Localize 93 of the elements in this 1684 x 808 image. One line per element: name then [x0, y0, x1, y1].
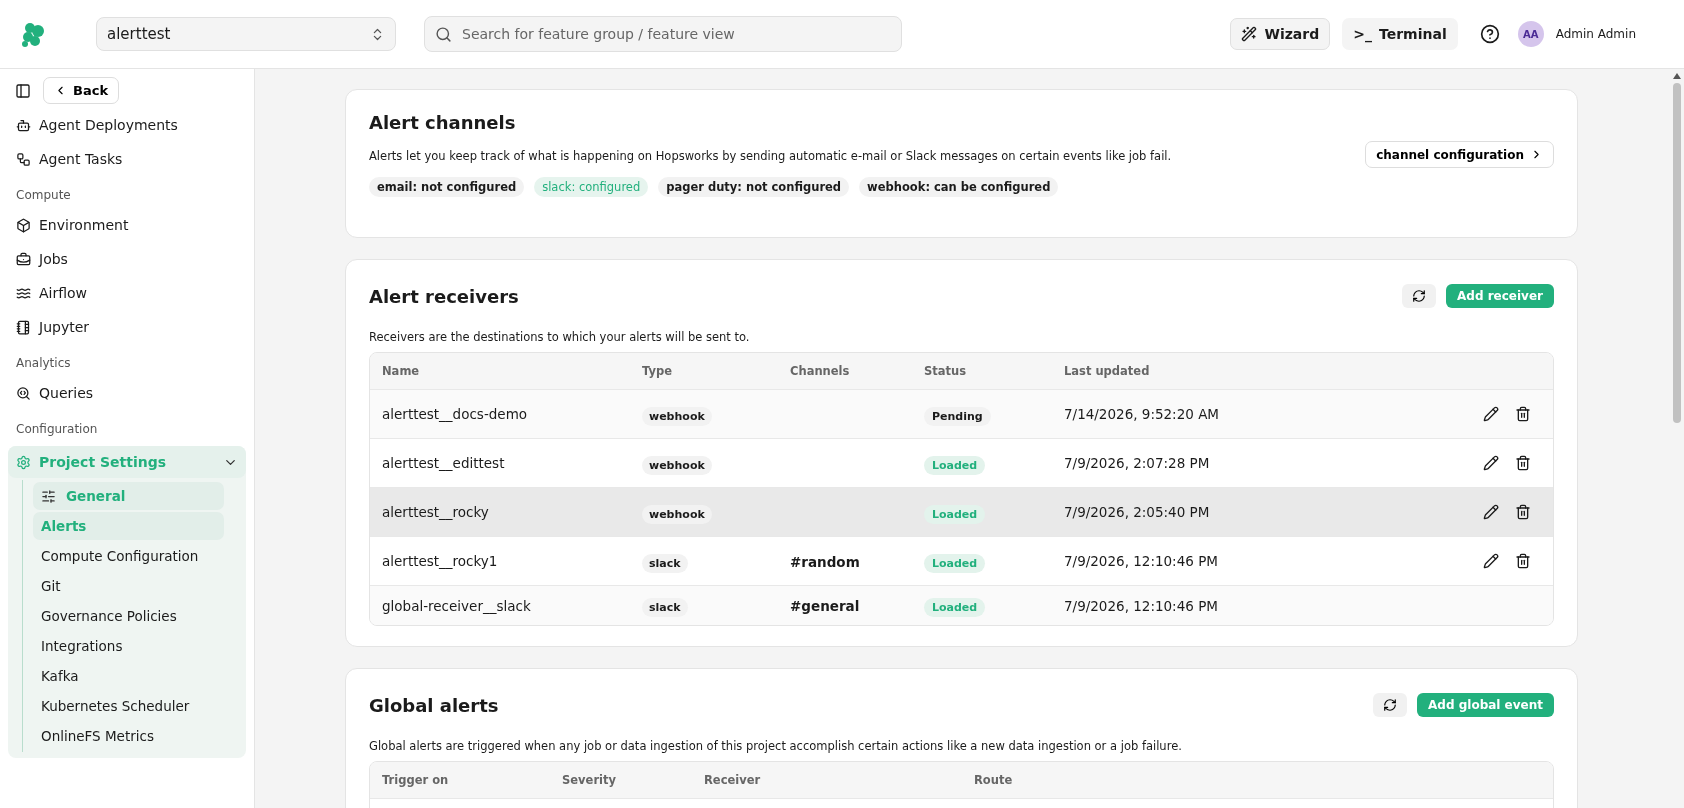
search-input[interactable]: Search for feature group / feature view: [460, 25, 891, 43]
table-cell-text: 7/9/2026, 12:10:46 PM: [1064, 553, 1219, 569]
nav-icon: [16, 151, 31, 167]
card-description: Alerts let you keep track of what is happening on Hopsworks by sending automatic e-mail or Slack messages on certain events like job fail.: [369, 149, 1172, 163]
column-header: Status: [924, 364, 968, 378]
channel-tag: email: not configured: [369, 177, 525, 197]
status-tag: Pending: [924, 406, 991, 426]
column-header: Type: [642, 364, 673, 378]
delete-icon[interactable]: [1515, 406, 1531, 422]
delete-icon[interactable]: [1515, 455, 1531, 471]
sidebar-item[interactable]: Agent Deployments: [8, 108, 246, 142]
table-cell-text: 7/9/2026, 2:05:40 PM: [1064, 504, 1211, 520]
channel-tag: webhook: can be configured: [859, 177, 1059, 197]
sidebar-item[interactable]: Agent Tasks: [8, 142, 246, 176]
terminal-button[interactable]: >_ Terminal: [1342, 18, 1458, 50]
type-tag: webhook: [642, 455, 712, 475]
user-avatar[interactable]: AA: [1517, 21, 1544, 47]
type-tag: slack: [642, 598, 688, 617]
column-header: Receiver: [704, 773, 762, 787]
refresh-icon: [1412, 289, 1427, 303]
channel-configuration-button[interactable]: channel configuration: [1365, 141, 1554, 168]
sidebar-toggle-icon[interactable]: [15, 82, 31, 99]
section-title: Configuration: [15, 421, 99, 438]
nav-icon: [16, 385, 31, 401]
column-header: Severity: [562, 773, 617, 787]
search-field[interactable]: Search for feature group / feature view: [424, 16, 902, 52]
refresh-button[interactable]: [1373, 693, 1408, 717]
status-tag: Loaded: [924, 455, 986, 475]
sidebar-subitem[interactable]: Kafka: [33, 662, 224, 690]
table-cell-text: alerttest__rocky1: [382, 553, 499, 569]
type-tag: webhook: [642, 504, 712, 524]
refresh-icon: [1383, 698, 1398, 712]
section-title: Analytics: [15, 355, 72, 372]
column-header: Channels: [790, 364, 851, 378]
status-tag: Loaded: [924, 553, 986, 573]
edit-icon[interactable]: [1483, 553, 1499, 569]
status-tag: Loaded: [924, 598, 986, 617]
sidebar-item[interactable]: Environment: [8, 208, 246, 242]
sidebar-item[interactable]: Airflow: [8, 276, 246, 310]
status-tag: Loaded: [924, 504, 986, 524]
column-header: Trigger on: [382, 773, 450, 787]
delete-icon[interactable]: [1515, 504, 1531, 520]
table-cell-text: alerttest__docs-demo: [382, 406, 529, 422]
nav-icon: [16, 319, 31, 335]
table-cell-text: 7/14/2026, 9:52:20 AM: [1064, 406, 1221, 422]
column-header: Route: [974, 773, 1014, 787]
section-title: Compute: [15, 187, 72, 204]
edit-icon[interactable]: [1483, 406, 1499, 422]
sidebar-item[interactable]: Jupyter: [8, 310, 246, 344]
table-cell-text: alerttest__edittest: [382, 455, 506, 471]
card-title: Alert channels: [369, 112, 517, 133]
sliders-icon: [41, 488, 56, 504]
column-header: Name: [382, 364, 421, 378]
table-cell-text: alerttest__rocky: [382, 504, 490, 520]
channel-tag: slack: configured: [534, 177, 649, 197]
table-cell-text: 7/9/2026, 2:07:28 PM: [1064, 455, 1211, 471]
help-icon[interactable]: [1479, 24, 1500, 44]
user-name: Admin Admin: [1555, 27, 1636, 41]
sidebar-subitem[interactable]: Git: [33, 572, 224, 600]
channel-tag: pager duty: not configured: [658, 177, 850, 197]
channel-name: #general: [790, 598, 860, 614]
sidebar-subitem[interactable]: Integrations: [33, 632, 224, 660]
sidebar-subitem[interactable]: Kubernetes Scheduler: [33, 692, 224, 720]
card-title: Alert receivers: [369, 285, 519, 307]
sidebar-subitem[interactable]: Governance Policies: [33, 602, 224, 630]
edit-icon[interactable]: [1483, 455, 1499, 471]
sidebar-subitem[interactable]: OnlineFS Metrics: [33, 722, 224, 750]
delete-icon[interactable]: [1515, 553, 1531, 569]
channel-name: #random: [790, 553, 860, 570]
refresh-button[interactable]: [1402, 284, 1437, 308]
edit-icon[interactable]: [1483, 504, 1499, 520]
type-tag: slack: [642, 553, 688, 573]
scroll-up-arrow-icon[interactable]: [1673, 73, 1681, 79]
table-cell-text: 7/9/2026, 12:10:46 PM: [1064, 597, 1219, 614]
card-title: Global alerts: [369, 694, 499, 716]
search-icon: [435, 25, 452, 43]
sidebar-subitem[interactable]: Compute Configuration: [33, 542, 224, 570]
card-description: Global alerts are triggered when any job or data ingestion of this project accomplish certain actions like a new data ingestion or a job failure.: [369, 739, 1183, 753]
project-select[interactable]: alerttest: [96, 17, 396, 51]
back-button[interactable]: Back: [43, 77, 120, 104]
nav-icon: [16, 251, 31, 267]
nav-icon: [16, 117, 31, 133]
gear-icon: [16, 454, 31, 470]
nav-icon: [16, 217, 31, 233]
column-header: Last updated: [1064, 364, 1151, 378]
sidebar-item[interactable]: Jobs: [8, 242, 246, 276]
type-tag: webhook: [642, 406, 712, 426]
wizard-button[interactable]: Wizard: [1230, 18, 1331, 50]
scrollbar-thumb[interactable]: [1673, 83, 1681, 423]
card-description: Receivers are the destinations to which your alerts will be sent to.: [369, 330, 751, 344]
sidebar-item[interactable]: Queries: [8, 376, 246, 410]
wand-icon: [1241, 26, 1258, 42]
table-cell-text: global-receiver__slack: [382, 597, 532, 614]
